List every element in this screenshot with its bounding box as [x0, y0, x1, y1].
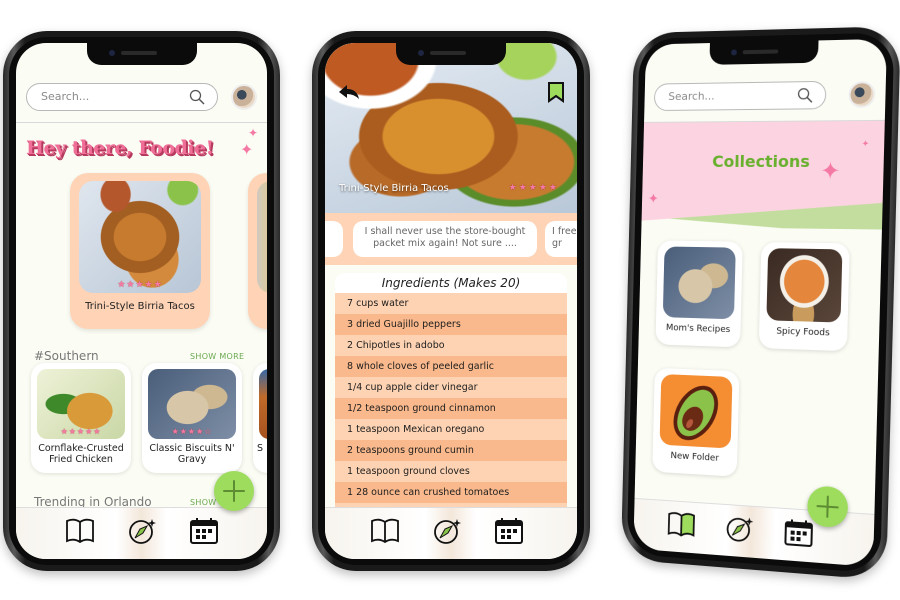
- tab-meal-planner[interactable]: [188, 516, 220, 546]
- tab-meal-planner[interactable]: [782, 517, 815, 549]
- ingredients-list: 7 cups water 3 dried Guajillo peppers 2 …: [335, 293, 567, 507]
- tab-discover[interactable]: [431, 516, 463, 546]
- tab-recipe-book[interactable]: [64, 516, 96, 546]
- tab-discover[interactable]: [723, 513, 755, 545]
- back-arrow-icon[interactable]: [337, 83, 361, 103]
- ingredient-item: 2 teaspoons ground cumin: [335, 440, 567, 461]
- search-icon[interactable]: [797, 87, 813, 103]
- recipe-title: Cornflake-Crusted Fried Chicken: [38, 443, 124, 465]
- review-card[interactable]: I free gr: [545, 221, 577, 257]
- search-header: [644, 69, 887, 123]
- ingredient-item: 3 dried Guajillo peppers: [335, 314, 567, 335]
- compass-icon: [129, 519, 156, 544]
- phone-notch: [709, 40, 819, 65]
- tab-recipe-book[interactable]: [666, 509, 697, 541]
- add-recipe-button[interactable]: [214, 471, 254, 511]
- search-header: [16, 73, 267, 123]
- tab-discover[interactable]: [126, 516, 158, 546]
- ingredients-panel: Ingredients (Makes 20) 7 cups water 3 dr…: [335, 273, 567, 507]
- open-book-icon: [666, 509, 697, 541]
- user-avatar[interactable]: [848, 81, 876, 108]
- recipe-screen: Trini-Style Birria Tacos ★★★★★ I shall n…: [325, 43, 577, 559]
- collection-folder[interactable]: Mom's Recipes: [655, 240, 743, 348]
- show-more-link[interactable]: SHOW MORE: [190, 352, 244, 361]
- featured-recipe-card[interactable]: ★★★★★ Trini-Style Birria Tacos: [70, 173, 210, 329]
- recipe-card[interactable]: ★★★★★ Cornflake-Crusted Fried Chicken: [31, 363, 131, 473]
- sparkle-icon: ✦: [248, 126, 259, 140]
- sparkle-icon: ✦: [240, 142, 254, 159]
- recipe-title: Classic Biscuits N' Gravy: [149, 443, 235, 465]
- collection-folder[interactable]: New Folder: [652, 367, 740, 477]
- rating-stars: ★★★★☆: [171, 427, 213, 436]
- ingredient-item: 8 whole cloves of peeled garlic: [335, 356, 567, 377]
- phone-recipe-detail: Trini-Style Birria Tacos ★★★★★ I shall n…: [312, 31, 590, 571]
- bottom-tab-bar: [16, 507, 267, 559]
- search-icon[interactable]: [189, 89, 205, 105]
- ingredient-item: 1 teaspoon Mexican oregano: [335, 419, 567, 440]
- folder-title: Spicy Foods: [776, 326, 830, 339]
- greeting-heading: Hey there, Foodie!: [26, 137, 214, 159]
- phone-home: Hey there, Foodie! ✦ ✦ ★★★★★ Trini-Style…: [3, 31, 280, 571]
- folder-title: New Folder: [670, 451, 719, 464]
- reviews-carousel: I shall never use the store-bought packe…: [325, 213, 577, 265]
- recipe-image: [79, 181, 201, 293]
- review-card[interactable]: I shall never use the store-bought packe…: [353, 221, 537, 257]
- calendar-icon: [495, 518, 523, 544]
- user-avatar[interactable]: [231, 84, 257, 110]
- tab-meal-planner[interactable]: [493, 516, 525, 546]
- compass-icon: [434, 519, 461, 544]
- ingredient-item: 2 Chipotles in adobo: [335, 335, 567, 356]
- folder-cover-image: [766, 248, 843, 323]
- ingredient-item: 7 cups water: [335, 293, 567, 314]
- ingredients-title: Ingredients (Makes 20): [381, 276, 521, 290]
- phone-notch: [396, 43, 506, 65]
- calendar-icon: [782, 517, 815, 549]
- recipe-title: Trini-Style Birria Tacos: [85, 301, 195, 312]
- rating-stars: ★★★★★: [508, 182, 559, 192]
- avocado-icon: [664, 377, 728, 449]
- recipe-title: S: [257, 443, 264, 454]
- phone-collections: Collections ✦ ✦ ✦ Mom's Recipes Spicy Fo…: [620, 26, 900, 581]
- sparkle-icon: ✦: [861, 138, 870, 149]
- folder-title: Mom's Recipes: [665, 323, 731, 336]
- recipe-image: [257, 181, 267, 293]
- rating-stars: ★★★★★: [117, 279, 163, 289]
- bookmark-icon[interactable]: [547, 81, 565, 103]
- sparkle-icon: ✦: [819, 157, 841, 186]
- ingredient-item: 1 teaspoon ground cloves: [335, 461, 567, 482]
- recipe-title: Trini-Style Birria Tacos: [339, 183, 449, 194]
- bottom-tab-bar: [325, 507, 577, 559]
- sparkle-icon: ✦: [647, 190, 660, 207]
- app-mockup-stage: Hey there, Foodie! ✦ ✦ ★★★★★ Trini-Style…: [0, 0, 900, 600]
- ingredient-item: 1/2 teaspoon ground cinnamon: [335, 398, 567, 419]
- search-bar[interactable]: [26, 83, 218, 111]
- search-input[interactable]: [41, 90, 181, 103]
- calendar-icon: [190, 518, 218, 544]
- collections-screen: Collections ✦ ✦ ✦ Mom's Recipes Spicy Fo…: [633, 38, 887, 568]
- ingredient-item: 1/4 cup apple cider vinegar: [335, 377, 567, 398]
- search-input[interactable]: [668, 88, 806, 104]
- collections-title: Collections: [711, 151, 811, 172]
- home-screen: Hey there, Foodie! ✦ ✦ ★★★★★ Trini-Style…: [16, 43, 267, 559]
- folder-cover-image: [659, 374, 733, 449]
- rating-stars: ★★★★★: [60, 427, 102, 436]
- ingredient-item: 1 28 ounce can crushed tomatoes: [335, 482, 567, 503]
- review-card[interactable]: [325, 221, 343, 257]
- search-bar[interactable]: [653, 80, 827, 112]
- recipe-card[interactable]: ★★★★☆ Classic Biscuits N' Gravy: [142, 363, 242, 473]
- featured-recipe-card-next[interactable]: [248, 173, 267, 329]
- collection-folder[interactable]: Spicy Foods: [758, 242, 850, 352]
- open-book-icon: [371, 518, 399, 544]
- recipe-image: [259, 369, 267, 439]
- recipe-card[interactable]: S: [253, 363, 267, 473]
- section-title-southern: #Southern: [34, 349, 99, 363]
- open-book-icon: [66, 518, 94, 544]
- phone-notch: [86, 43, 197, 65]
- compass-icon: [723, 513, 754, 545]
- tab-recipe-book[interactable]: [369, 516, 401, 546]
- folder-cover-image: [662, 246, 736, 320]
